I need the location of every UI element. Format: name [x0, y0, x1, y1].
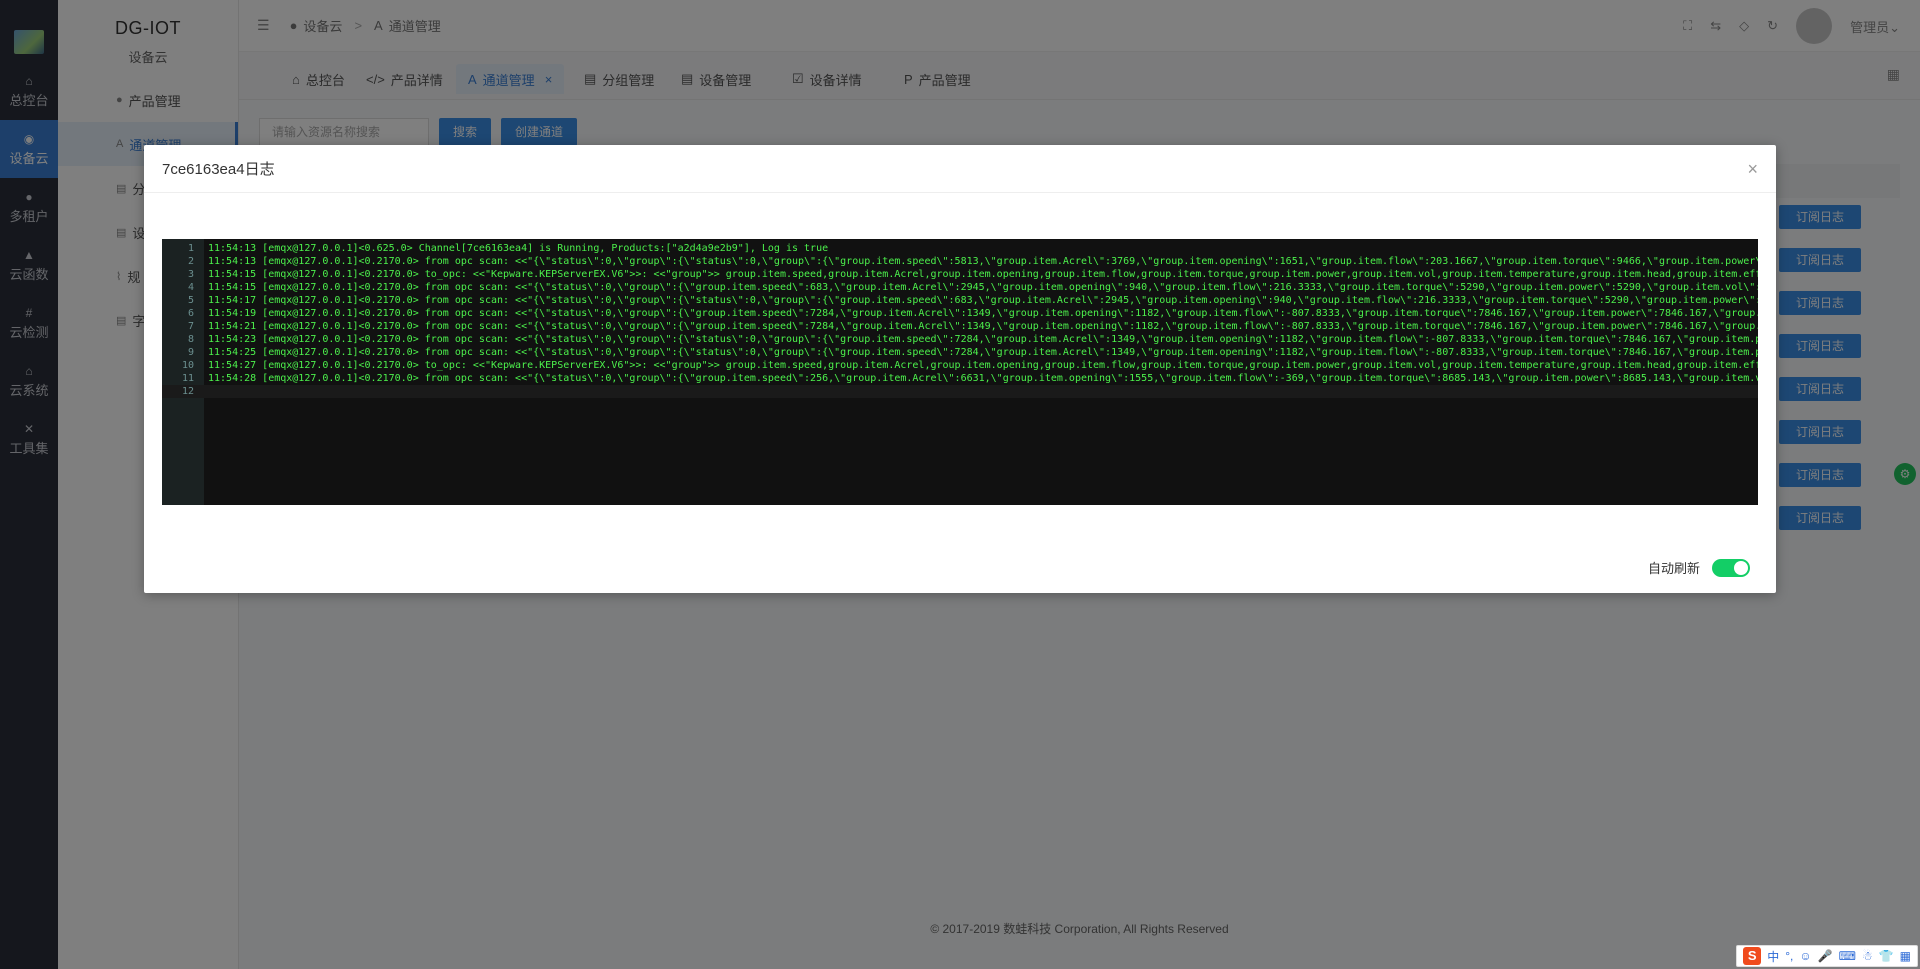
dialog-header: 7ce6163ea4日志 × — [144, 145, 1776, 193]
log-text: 11:54:27 [emqx@127.0.0.1]<0.2170.0> to_o… — [208, 360, 1758, 371]
log-line: 2 11:54:13 [emqx@127.0.0.1]<0.2170.0> fro… — [162, 255, 1758, 268]
line-number: 12 — [181, 386, 194, 397]
log-line: 9 11:54:25 [emqx@127.0.0.1]<0.2170.0> fro… — [162, 346, 1758, 359]
log-text: 11:54:13 [emqx@127.0.0.1]<0.625.0> Chann… — [208, 243, 829, 254]
auto-refresh-switch[interactable] — [1712, 558, 1750, 577]
log-line: 5 11:54:17 [emqx@127.0.0.1]<0.2170.0> fro… — [162, 294, 1758, 307]
line-number: 9 — [187, 347, 194, 358]
auto-refresh-label: 自动刷新 — [1647, 561, 1700, 576]
log-text: 11:54:13 [emqx@127.0.0.1]<0.2170.0> from… — [208, 256, 1758, 267]
log-text: 11:54:25 [emqx@127.0.0.1]<0.2170.0> from… — [208, 347, 1758, 358]
switch-knob — [1734, 560, 1748, 575]
log-line: 7 11:54:21 [emqx@127.0.0.1]<0.2170.0> fro… — [162, 320, 1758, 333]
ime-logo-icon[interactable]: S — [1743, 947, 1762, 965]
log-line: 10 11:54:27 [emqx@127.0.0.1]<0.2170.0> to… — [162, 359, 1758, 372]
log-line: 6 11:54:19 [emqx@127.0.0.1]<0.2170.0> fro… — [162, 307, 1758, 320]
log-line: 12 — [162, 385, 1758, 398]
log-text: 11:54:23 [emqx@127.0.0.1]<0.2170.0> from… — [208, 334, 1758, 345]
log-text: 11:54:28 [emqx@127.0.0.1]<0.2170.0> from… — [208, 373, 1758, 384]
line-number: 8 — [187, 334, 194, 345]
close-icon[interactable]: × — [1747, 159, 1758, 180]
ime-item-icon[interactable]: ☺ — [1799, 949, 1811, 963]
line-number: 5 — [187, 295, 194, 306]
line-number: 2 — [187, 256, 194, 267]
log-line: 4 11:54:15 [emqx@127.0.0.1]<0.2170.0> fro… — [162, 281, 1758, 294]
log-line: 1 11:54:13 [emqx@127.0.0.1]<0.625.0> Chan… — [162, 242, 1758, 255]
line-number: 4 — [187, 282, 194, 293]
log-dialog: 7ce6163ea4日志 × 1 11:54:13 [emqx@127.0.0.1… — [144, 145, 1776, 593]
log-text: 11:54:17 [emqx@127.0.0.1]<0.2170.0> from… — [208, 295, 1758, 306]
dialog-footer: 自动刷新 — [1648, 558, 1750, 577]
ime-item-icon[interactable]: 🎤 — [1818, 949, 1833, 963]
line-number: 7 — [187, 321, 194, 332]
log-line: 3 11:54:15 [emqx@127.0.0.1]<0.2170.0> to_… — [162, 268, 1758, 281]
line-number: 3 — [187, 269, 194, 280]
dialog-title: 7ce6163ea4日志 — [162, 161, 275, 178]
line-number: 10 — [181, 360, 194, 371]
log-line: 11 11:54:28 [emqx@127.0.0.1]<0.2170.0> fr… — [162, 372, 1758, 385]
ime-item-icon[interactable]: ☃ — [1862, 949, 1873, 963]
log-text: 11:54:15 [emqx@127.0.0.1]<0.2170.0> from… — [208, 282, 1758, 293]
ime-toolbar: S 中 °, ☺ 🎤 ⌨ ☃ 👕 ▦ — [1736, 945, 1918, 967]
log-text: 11:54:15 [emqx@127.0.0.1]<0.2170.0> to_o… — [208, 269, 1758, 280]
ime-item-icon[interactable]: 中 — [1767, 948, 1779, 965]
ime-item-icon[interactable]: ▦ — [1900, 949, 1911, 963]
log-line: 8 11:54:23 [emqx@127.0.0.1]<0.2170.0> fro… — [162, 333, 1758, 346]
log-text: 11:54:19 [emqx@127.0.0.1]<0.2170.0> from… — [208, 308, 1758, 319]
line-number: 1 — [187, 243, 194, 254]
line-number: 6 — [187, 308, 194, 319]
ime-item-icon[interactable]: °, — [1785, 949, 1793, 963]
ime-item-icon[interactable]: ⌨ — [1839, 949, 1856, 963]
log-text: 11:54:21 [emqx@127.0.0.1]<0.2170.0> from… — [208, 321, 1758, 332]
line-number: 11 — [181, 373, 194, 384]
ime-item-icon[interactable]: 👕 — [1879, 949, 1894, 963]
log-terminal[interactable]: 1 11:54:13 [emqx@127.0.0.1]<0.625.0> Chan… — [162, 239, 1758, 505]
